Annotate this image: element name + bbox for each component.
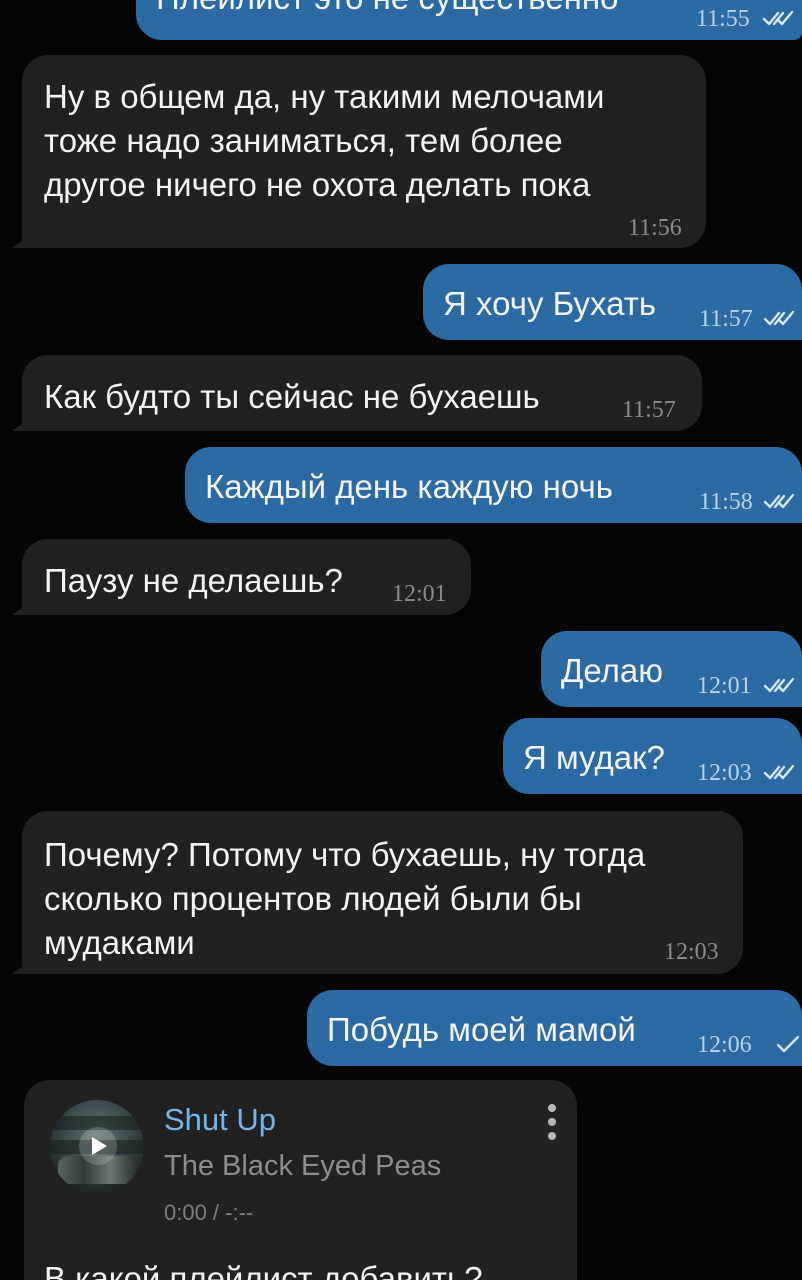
message-text: Как будто ты сейчас не бухаешь bbox=[44, 378, 540, 415]
message-time: 11:56 bbox=[628, 215, 682, 241]
message-time: 12:01 bbox=[697, 673, 752, 699]
message-time: 11:57 bbox=[622, 397, 676, 423]
track-progress: 0:00 / -:-- bbox=[164, 1200, 254, 1225]
message-time: 12:06 bbox=[697, 1032, 752, 1058]
message-text: Каждый день каждую ночь bbox=[205, 468, 613, 505]
double-check-icon bbox=[763, 491, 795, 511]
message-text: Я мудак? bbox=[523, 739, 665, 776]
play-icon[interactable] bbox=[79, 1127, 117, 1165]
message-text: Делаю bbox=[561, 652, 663, 689]
message-caption: В какой плейлист добавить? bbox=[44, 1260, 483, 1280]
track-title[interactable]: Shut Up bbox=[164, 1102, 276, 1138]
message-bubble-outgoing[interactable]: Я хочу Бухать 11:57 bbox=[423, 264, 802, 340]
message-text: Я хочу Бухать bbox=[443, 285, 657, 322]
track-artist: The Black Eyed Peas bbox=[164, 1150, 442, 1182]
message-time: 11:55 bbox=[696, 6, 750, 32]
message-bubble-outgoing[interactable]: Побудь моей мамой 12:06 bbox=[307, 990, 802, 1066]
double-check-icon bbox=[762, 8, 794, 28]
music-message-card[interactable]: Shut Up The Black Eyed Peas 0:00 / -:-- … bbox=[24, 1080, 577, 1280]
single-check-icon bbox=[773, 1034, 802, 1054]
message-text: Ну в общем да, ну такими мелочами тоже н… bbox=[44, 78, 605, 203]
message-text: Паузу не делаешь? bbox=[44, 562, 343, 599]
message-text: Плейлист это не существенно bbox=[156, 0, 618, 20]
album-cover-icon[interactable] bbox=[50, 1100, 144, 1194]
message-text: Почему? Потому что бухаешь, ну тогда ско… bbox=[44, 836, 646, 961]
message-time: 12:03 bbox=[664, 939, 719, 965]
more-vertical-icon[interactable] bbox=[545, 1104, 559, 1144]
message-bubble-outgoing[interactable]: Я мудак? 12:03 bbox=[503, 718, 802, 794]
message-time: 12:01 bbox=[392, 581, 447, 607]
double-check-icon bbox=[763, 308, 795, 328]
message-bubble-incoming[interactable]: Ну в общем да, ну такими мелочами тоже н… bbox=[22, 55, 706, 248]
message-bubble-incoming[interactable]: Паузу не делаешь? 12:01 bbox=[22, 539, 471, 615]
message-bubble-incoming[interactable]: Почему? Потому что бухаешь, ну тогда ско… bbox=[22, 811, 743, 974]
message-time: 11:57 bbox=[699, 306, 753, 332]
message-text: Побудь моей мамой bbox=[327, 1011, 636, 1048]
message-bubble-outgoing[interactable]: Каждый день каждую ночь 11:58 bbox=[185, 447, 802, 523]
message-time: 11:58 bbox=[699, 489, 753, 515]
message-bubble-outgoing[interactable]: Плейлист это не существенно 11:55 bbox=[136, 0, 802, 40]
message-bubble-incoming[interactable]: Как будто ты сейчас не бухаешь 11:57 bbox=[22, 355, 702, 431]
double-check-icon bbox=[763, 675, 795, 695]
message-bubble-outgoing[interactable]: Делаю 12:01 bbox=[541, 631, 802, 707]
message-time: 12:03 bbox=[697, 760, 752, 786]
double-check-icon bbox=[763, 762, 795, 782]
